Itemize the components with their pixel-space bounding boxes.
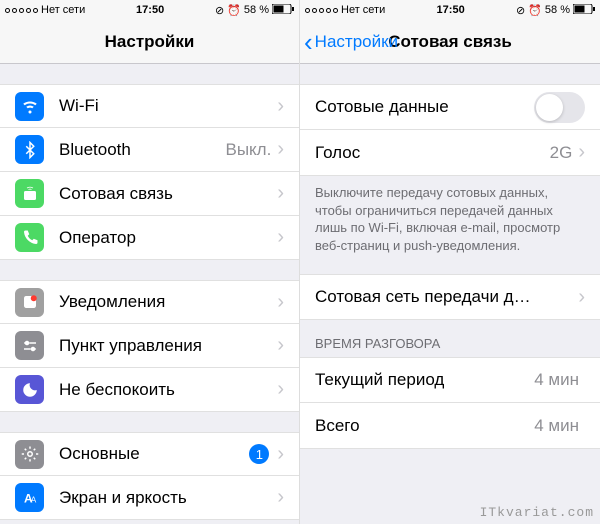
signal-dots-icon <box>305 8 338 13</box>
battery-icon <box>272 4 294 17</box>
rotation-lock-icon: ⊘ <box>516 4 525 17</box>
chevron-right-icon: › <box>277 378 284 401</box>
row-cellular-data[interactable]: Сотовые данные <box>300 84 600 130</box>
total-label: Всего <box>315 416 534 436</box>
page-title: Настройки <box>105 32 195 52</box>
chevron-right-icon: › <box>277 291 284 314</box>
row-wifi[interactable]: Wi-Fi › <box>0 84 299 128</box>
watermark: ITkvariat.com <box>480 505 594 520</box>
chevron-right-icon: › <box>277 486 284 509</box>
cellular-icon <box>15 179 44 208</box>
total-value: 4 мин <box>534 416 579 436</box>
chevron-left-icon: ‹ <box>304 29 313 55</box>
operator-label: Оператор <box>59 228 277 248</box>
row-current-period[interactable]: Текущий период 4 мин <box>300 357 600 403</box>
back-button[interactable]: ‹ Настройки <box>304 29 398 55</box>
display-icon: AA <box>15 483 44 512</box>
chevron-right-icon: › <box>277 95 284 118</box>
bluetooth-label: Bluetooth <box>59 140 225 160</box>
current-period-value: 4 мин <box>534 370 579 390</box>
status-bar: Нет сети 17:50 ⊘ ⏰ 58 % <box>0 0 299 20</box>
notifications-label: Уведомления <box>59 292 277 312</box>
row-cellular-network[interactable]: Сотовая сеть передачи д… › <box>300 274 600 320</box>
nav-bar: Настройки <box>0 20 299 64</box>
cellular-list: Сотовые данные Голос 2G › Выключите пере… <box>300 64 600 524</box>
settings-list: Wi-Fi › Bluetooth Выкл. › Сотовая связь … <box>0 64 299 524</box>
cellular-network-label: Сотовая сеть передачи д… <box>315 287 578 307</box>
nav-bar: ‹ Настройки Сотовая связь <box>300 20 600 64</box>
page-title: Сотовая связь <box>388 32 512 52</box>
footer-text: Выключите передачу сотовых данных, чтобы… <box>300 176 600 254</box>
chevron-right-icon: › <box>578 286 585 309</box>
row-operator[interactable]: Оператор › <box>0 216 299 260</box>
chevron-right-icon: › <box>277 182 284 205</box>
row-control-center[interactable]: Пункт управления › <box>0 324 299 368</box>
moon-icon <box>15 375 44 404</box>
back-label: Настройки <box>315 32 398 52</box>
status-time: 17:50 <box>136 4 164 16</box>
display-label: Экран и яркость <box>59 488 277 508</box>
control-center-label: Пункт управления <box>59 336 277 356</box>
current-period-label: Текущий период <box>315 370 534 390</box>
alarm-icon: ⏰ <box>528 4 542 17</box>
row-general[interactable]: Основные 1 › <box>0 432 299 476</box>
row-total[interactable]: Всего 4 мин <box>300 403 600 449</box>
cellular-screen: Нет сети 17:50 ⊘ ⏰ 58 % ‹ Настройки Сото… <box>300 0 600 524</box>
row-bluetooth[interactable]: Bluetooth Выкл. › <box>0 128 299 172</box>
voice-value: 2G <box>550 143 573 163</box>
chevron-right-icon: › <box>277 226 284 249</box>
row-notifications[interactable]: Уведомления › <box>0 280 299 324</box>
wifi-icon <box>15 92 44 121</box>
row-voice[interactable]: Голос 2G › <box>300 130 600 176</box>
chevron-right-icon: › <box>277 334 284 357</box>
chevron-right-icon: › <box>277 443 284 466</box>
cellular-data-switch[interactable] <box>534 92 585 123</box>
status-time: 17:50 <box>437 4 465 16</box>
battery-percent: 58 % <box>545 4 570 16</box>
bluetooth-icon <box>15 135 44 164</box>
voice-label: Голос <box>315 143 550 163</box>
control-center-icon <box>15 331 44 360</box>
svg-text:A: A <box>30 495 36 504</box>
dnd-label: Не беспокоить <box>59 380 277 400</box>
settings-screen: Нет сети 17:50 ⊘ ⏰ 58 % Настройки Wi-Fi … <box>0 0 300 524</box>
cellular-label: Сотовая связь <box>59 184 277 204</box>
badge: 1 <box>249 444 269 464</box>
section-call-time: ВРЕМЯ РАЗГОВОРА <box>300 320 600 357</box>
status-bar: Нет сети 17:50 ⊘ ⏰ 58 % <box>300 0 600 20</box>
row-cellular[interactable]: Сотовая связь › <box>0 172 299 216</box>
bluetooth-value: Выкл. <box>225 140 271 160</box>
wifi-label: Wi-Fi <box>59 96 277 116</box>
chevron-right-icon: › <box>578 141 585 164</box>
carrier-text: Нет сети <box>41 4 85 16</box>
carrier-text: Нет сети <box>341 4 385 16</box>
chevron-right-icon: › <box>277 138 284 161</box>
alarm-icon: ⏰ <box>227 4 241 17</box>
battery-percent: 58 % <box>244 4 269 16</box>
general-label: Основные <box>59 444 249 464</box>
notifications-icon <box>15 288 44 317</box>
signal-dots-icon <box>5 8 38 13</box>
phone-icon <box>15 223 44 252</box>
row-dnd[interactable]: Не беспокоить › <box>0 368 299 412</box>
battery-icon <box>573 4 595 17</box>
row-display[interactable]: AA Экран и яркость › <box>0 476 299 520</box>
rotation-lock-icon: ⊘ <box>215 4 224 17</box>
gear-icon <box>15 440 44 469</box>
cellular-data-label: Сотовые данные <box>315 97 534 117</box>
